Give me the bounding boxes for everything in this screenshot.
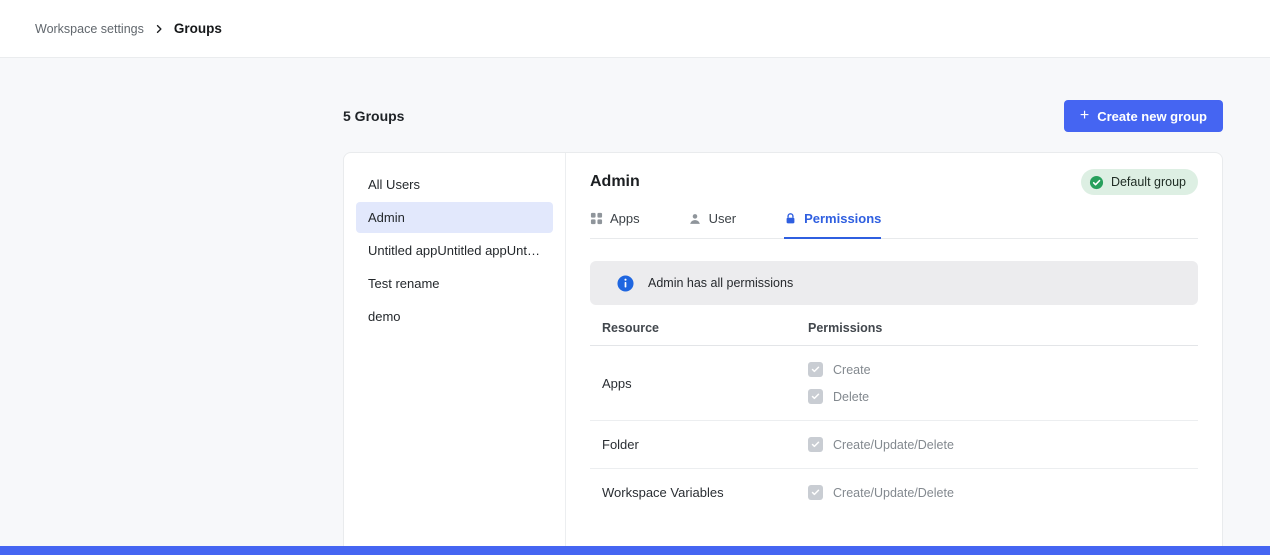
sidebar-item-all-users[interactable]: All Users bbox=[356, 169, 553, 200]
sidebar-item-untitled-app[interactable]: Untitled appUntitled appUntitle… bbox=[356, 235, 553, 266]
checkbox-checked-icon[interactable] bbox=[808, 485, 823, 500]
permissions-info-banner: Admin has all permissions bbox=[590, 261, 1198, 305]
create-new-group-label: Create new group bbox=[1097, 109, 1207, 124]
table-row-workspace-variables: Workspace Variables Create/Update/Delete bbox=[590, 469, 1198, 516]
main-content: 5 Groups + Create new group All Users Ad… bbox=[343, 100, 1223, 547]
default-group-badge: Default group bbox=[1081, 169, 1198, 195]
default-group-label: Default group bbox=[1111, 175, 1186, 189]
table-header-row: Resource Permissions bbox=[590, 321, 1198, 346]
sidebar-item-admin[interactable]: Admin bbox=[356, 202, 553, 233]
resource-name: Apps bbox=[590, 376, 798, 391]
groups-count: 5 Groups bbox=[343, 108, 404, 124]
permission-apps-delete: Delete bbox=[808, 389, 1198, 404]
tab-permissions[interactable]: Permissions bbox=[784, 211, 881, 239]
apps-grid-icon bbox=[590, 212, 603, 225]
top-header: Workspace settings Groups bbox=[0, 0, 1270, 58]
user-icon bbox=[688, 212, 702, 226]
tab-user[interactable]: User bbox=[688, 211, 736, 239]
breadcrumb-workspace-settings[interactable]: Workspace settings bbox=[35, 22, 144, 36]
group-title: Admin bbox=[590, 173, 640, 191]
breadcrumb-groups: Groups bbox=[174, 21, 222, 36]
breadcrumb: Workspace settings Groups bbox=[35, 21, 222, 36]
tab-apps-label: Apps bbox=[610, 211, 640, 226]
create-new-group-button[interactable]: + Create new group bbox=[1064, 100, 1223, 132]
checkbox-checked-icon[interactable] bbox=[808, 389, 823, 404]
permission-label: Create/Update/Delete bbox=[833, 438, 954, 452]
tab-permissions-label: Permissions bbox=[804, 211, 881, 226]
table-row-folder: Folder Create/Update/Delete bbox=[590, 421, 1198, 469]
group-detail-header: Admin Default group bbox=[590, 169, 1198, 195]
sidebar-item-demo[interactable]: demo bbox=[356, 301, 553, 332]
green-check-icon bbox=[1089, 175, 1104, 190]
plus-icon: + bbox=[1080, 108, 1089, 124]
tab-bar: Apps User Permissions bbox=[590, 211, 1198, 239]
resource-header: Resource bbox=[590, 321, 798, 335]
permission-label: Create bbox=[833, 363, 871, 377]
permission-apps-create: Create bbox=[808, 362, 1198, 377]
group-detail: Admin Default group Apps bbox=[566, 153, 1222, 547]
permission-label: Delete bbox=[833, 390, 869, 404]
permission-folder-cud: Create/Update/Delete bbox=[808, 437, 1198, 452]
resource-name: Workspace Variables bbox=[590, 485, 798, 500]
resource-name: Folder bbox=[590, 437, 798, 452]
permission-label: Create/Update/Delete bbox=[833, 486, 954, 500]
groups-sidebar: All Users Admin Untitled appUntitled app… bbox=[344, 153, 566, 547]
tab-apps[interactable]: Apps bbox=[590, 211, 640, 239]
chevron-right-icon bbox=[153, 23, 165, 35]
info-icon bbox=[617, 275, 634, 292]
lock-icon bbox=[784, 212, 797, 225]
tab-user-label: User bbox=[709, 211, 736, 226]
checkbox-checked-icon[interactable] bbox=[808, 362, 823, 377]
banner-text: Admin has all permissions bbox=[648, 276, 793, 290]
checkbox-checked-icon[interactable] bbox=[808, 437, 823, 452]
groups-card: All Users Admin Untitled appUntitled app… bbox=[343, 152, 1223, 547]
table-row-apps: Apps Create Delete bbox=[590, 346, 1198, 421]
permissions-header: Permissions bbox=[798, 321, 1198, 335]
permissions-table: Resource Permissions Apps Create bbox=[590, 321, 1198, 516]
permission-workspace-variables-cud: Create/Update/Delete bbox=[808, 485, 1198, 500]
bottom-accent-bar bbox=[0, 546, 1270, 555]
sidebar-item-test-rename[interactable]: Test rename bbox=[356, 268, 553, 299]
groups-toolbar: 5 Groups + Create new group bbox=[343, 100, 1223, 132]
